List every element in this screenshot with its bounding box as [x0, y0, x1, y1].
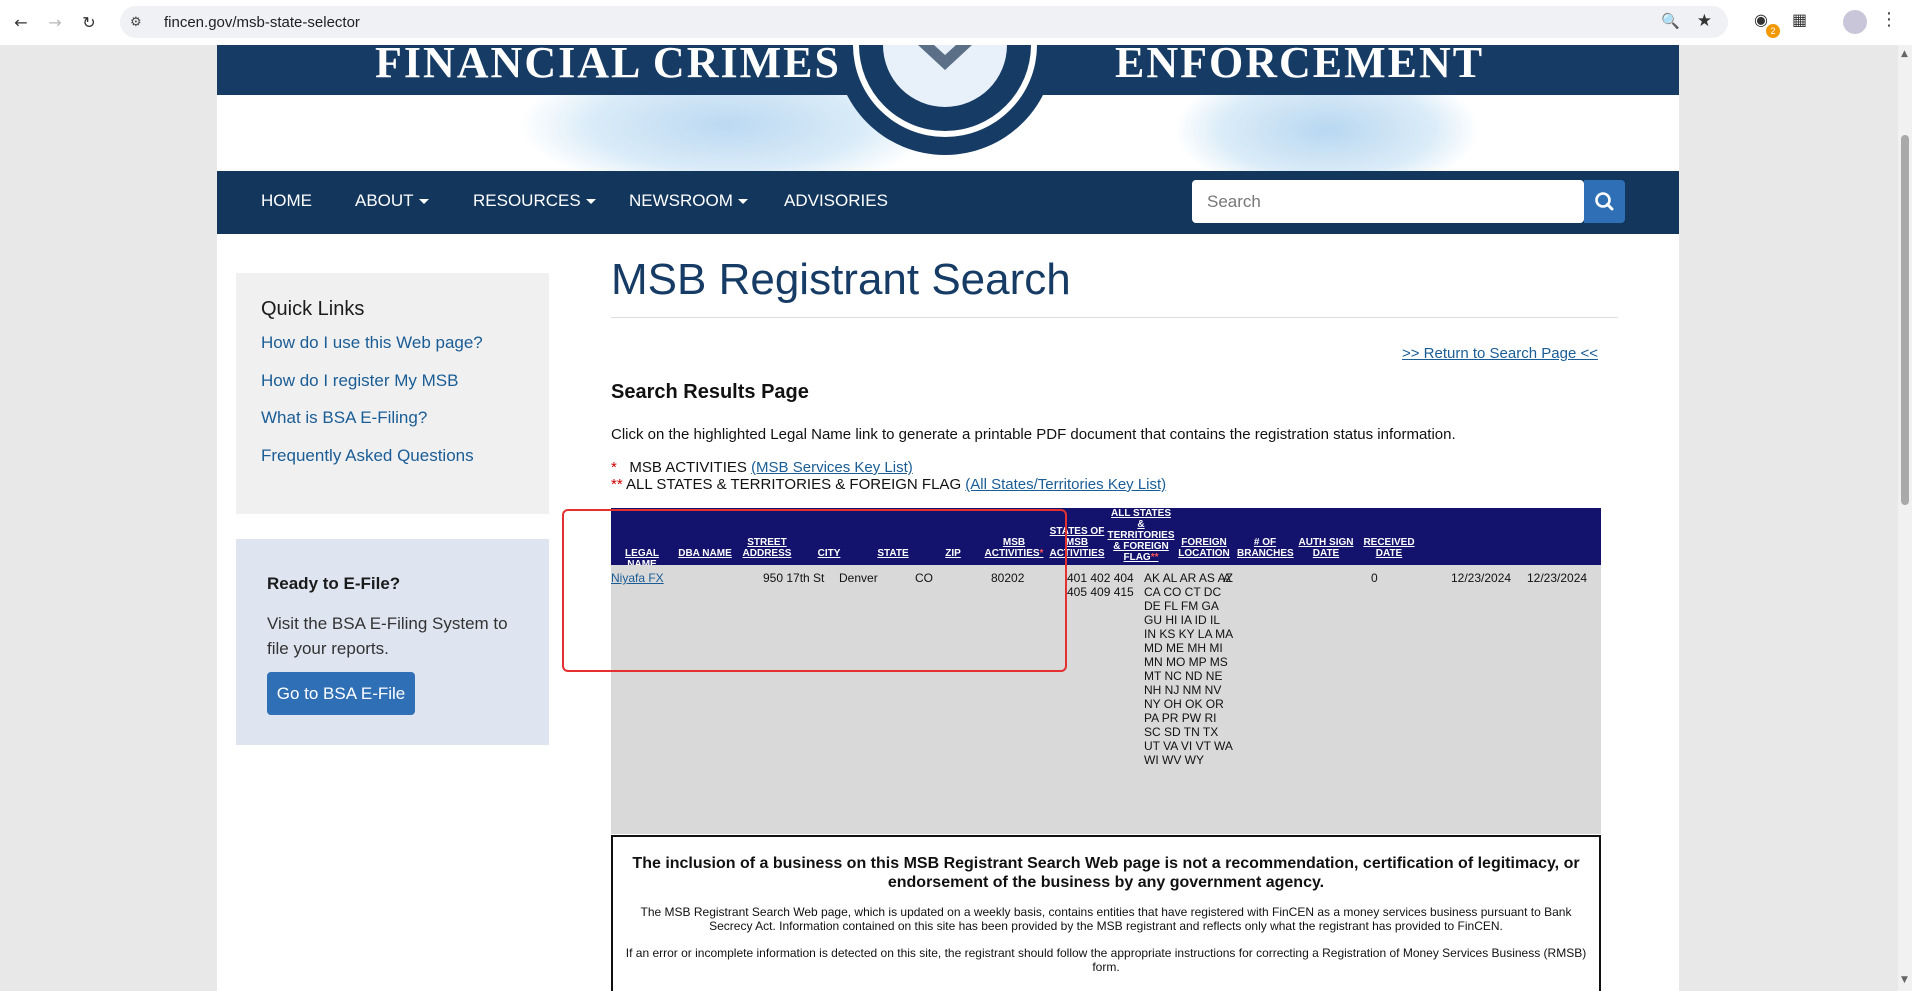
page-scrollbar[interactable]: ▲ ▼: [1898, 45, 1912, 991]
fincen-seal-logo[interactable]: [832, 45, 1058, 155]
efile-title: Ready to E-File?: [267, 574, 401, 593]
th-auth-sign-date[interactable]: AUTH SIGN DATE: [1297, 537, 1355, 559]
cell-auth-sign-date: 12/23/2024: [1451, 571, 1512, 585]
results-heading: Search Results Page: [611, 381, 809, 403]
nav-resources-label[interactable]: RESOURCES: [473, 191, 581, 210]
efile-panel: Ready to E-File? Visit the BSA E-Filing …: [236, 539, 549, 745]
cell-msb-activities-line2: 405 409 415: [1067, 585, 1134, 599]
chevron-down-icon: [737, 199, 748, 205]
nav-newsroom[interactable]: NEWSROOM: [629, 191, 748, 211]
legend1-mark: *: [611, 459, 617, 476]
nav-about[interactable]: ABOUT: [355, 191, 429, 211]
page-title: MSB Registrant Search: [611, 255, 1071, 304]
banner-left-text: FINANCIAL CRIMES: [375, 45, 841, 87]
title-divider: [611, 317, 1618, 318]
nav-resources[interactable]: RESOURCES: [473, 191, 596, 211]
cell-states-of-msb: AK AL AR AS AZ CA CO CT DC DE FL FM GA G…: [1144, 571, 1233, 767]
nav-newsroom-label[interactable]: NEWSROOM: [629, 191, 733, 210]
bookmark-star-icon[interactable]: ★: [1697, 11, 1712, 31]
address-bar[interactable]: ⚙ fincen.gov/msb-state-selector 🔍 ★: [120, 6, 1728, 38]
reload-icon[interactable]: ↻: [76, 10, 102, 36]
legend-msb-activities: * MSB ACTIVITIES (MSB Services Key List): [611, 459, 913, 476]
zoom-icon[interactable]: 🔍: [1661, 12, 1680, 30]
forward-arrow-icon[interactable]: →: [42, 10, 68, 36]
chevron-down-icon: [418, 199, 429, 205]
search-icon: [1595, 192, 1614, 211]
quick-links-panel: Quick Links How do I use this Web page? …: [236, 273, 549, 514]
site-search-box: [1192, 180, 1584, 223]
cell-all-states: A: [1223, 571, 1232, 585]
scroll-up-arrow-icon[interactable]: ▲: [1901, 49, 1908, 59]
site-search-input[interactable]: [1192, 180, 1533, 223]
th-all-states-label[interactable]: ALL STATES & TERRITORIES & FOREIGN FLAG: [1107, 508, 1174, 563]
extensions-puzzle-icon[interactable]: ▦: [1792, 10, 1807, 29]
link-what-is-bsa-efiling[interactable]: What is BSA E-Filing?: [261, 408, 427, 428]
link-how-to-use[interactable]: How do I use this Web page?: [261, 333, 483, 353]
th-received-date[interactable]: RECEIVED DATE: [1359, 537, 1419, 559]
quick-links-title: Quick Links: [261, 298, 365, 320]
th-branches[interactable]: # OF BRANCHES: [1237, 537, 1294, 559]
disclaimer-paragraph-2: If an error or incomplete information is…: [625, 946, 1587, 974]
link-faq[interactable]: Frequently Asked Questions: [261, 446, 474, 466]
legend2-text: ALL STATES & TERRITORIES & FOREIGN FLAG: [626, 476, 962, 493]
msb-services-key-list-link[interactable]: (MSB Services Key List): [751, 459, 913, 476]
site-info-icon[interactable]: ⚙: [130, 15, 152, 30]
instructions-text: Click on the highlighted Legal Name link…: [611, 426, 1456, 443]
link-how-to-register[interactable]: How do I register My MSB: [261, 371, 458, 391]
disclaimer-paragraph-1: The MSB Registrant Search Web page, whic…: [640, 905, 1572, 933]
th-all-states-mark: **: [1150, 552, 1159, 563]
search-button[interactable]: [1584, 180, 1625, 223]
legend1-text: MSB ACTIVITIES: [629, 459, 747, 476]
back-arrow-icon[interactable]: ←: [8, 10, 34, 36]
cell-msb-activities-line1: 401 402 404: [1067, 571, 1134, 585]
all-states-key-list-link[interactable]: (All States/Territories Key List): [965, 476, 1166, 493]
extension-badge: 2: [1766, 24, 1780, 38]
th-all-states[interactable]: ALL STATES & TERRITORIES & FOREIGN FLAG*…: [1107, 508, 1175, 563]
url-text[interactable]: fincen.gov/msb-state-selector: [164, 14, 360, 31]
efile-text: Visit the BSA E-Filing System to file yo…: [267, 614, 508, 658]
return-to-search-link[interactable]: >> Return to Search Page <<: [1402, 345, 1598, 362]
cell-branches: 0: [1371, 571, 1378, 585]
th-foreign-location[interactable]: FOREIGN LOCATION: [1177, 537, 1231, 559]
site-container: FINANCIAL CRIMES ENFORCEMENT NETWORK HOM…: [217, 45, 1679, 991]
browser-toolbar: ← → ↻ ⚙ fincen.gov/msb-state-selector 🔍 …: [0, 0, 1912, 45]
nav-advisories[interactable]: ADVISORIES: [784, 191, 888, 211]
nav-home[interactable]: HOME: [261, 191, 312, 211]
legend-all-states: ** ALL STATES & TERRITORIES & FOREIGN FL…: [611, 476, 1166, 493]
extension-icon[interactable]: ◉: [1754, 10, 1768, 29]
page-viewport: FINANCIAL CRIMES ENFORCEMENT NETWORK HOM…: [0, 45, 1898, 991]
profile-avatar[interactable]: [1843, 10, 1867, 34]
browser-menu-icon[interactable]: ⋮: [1880, 9, 1898, 30]
chevron-down-icon: [585, 199, 596, 205]
legend2-mark: **: [611, 476, 623, 493]
scrollbar-thumb[interactable]: [1901, 135, 1909, 505]
globe-right-graphic: [1177, 95, 1477, 171]
nav-about-label[interactable]: ABOUT: [355, 191, 414, 210]
disclaimer-box: The inclusion of a business on this MSB …: [611, 835, 1601, 991]
disclaimer-heading: The inclusion of a business on this MSB …: [632, 855, 1580, 891]
highlight-annotation-box: [562, 509, 1067, 672]
scroll-down-arrow-icon[interactable]: ▼: [1901, 975, 1908, 985]
cell-received-date: 12/23/2024: [1527, 571, 1588, 585]
go-to-bsa-efile-button[interactable]: Go to BSA E-File: [267, 672, 415, 715]
